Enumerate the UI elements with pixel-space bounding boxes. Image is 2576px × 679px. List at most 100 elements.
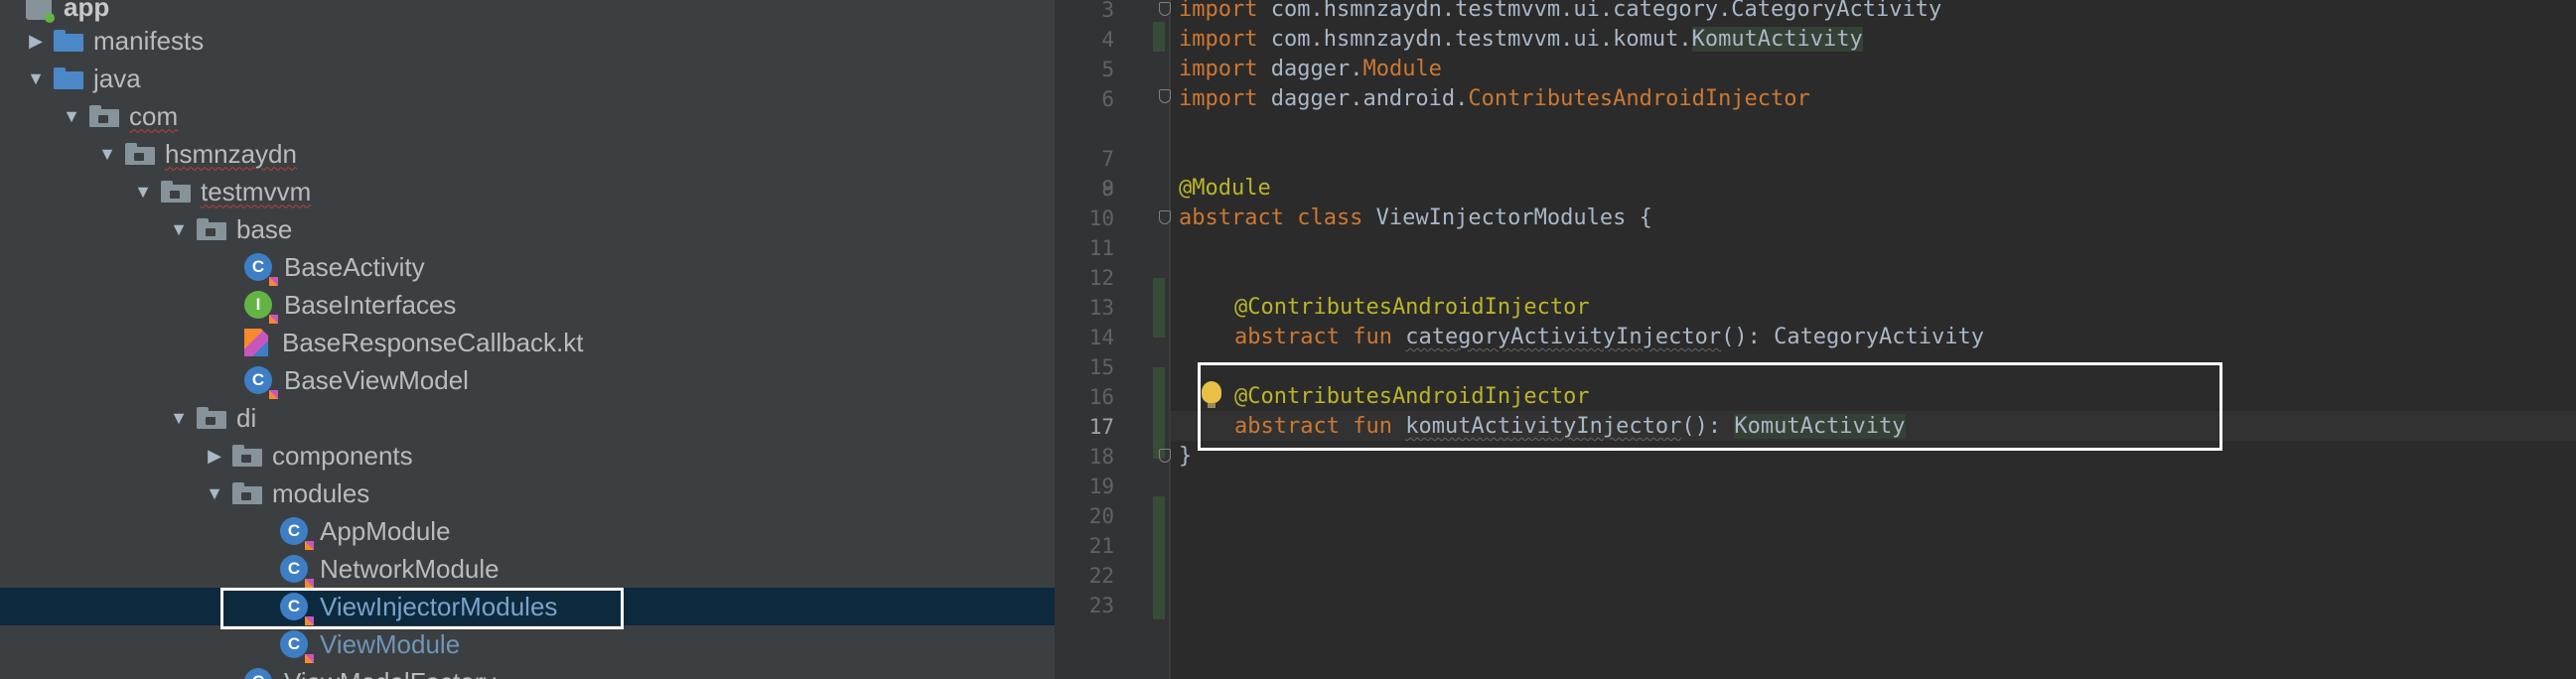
kotlin-class-icon: C [280, 593, 314, 625]
package-icon [161, 181, 191, 203]
lightbulb-icon[interactable] [1202, 381, 1221, 408]
project-tree: app ▶ manifests ▼ java ▼ com ▼ hsmnzaydn… [0, 0, 1055, 679]
line-number: 14 [1088, 326, 1114, 349]
kotlin-class-icon: C [244, 366, 278, 399]
code-editor[interactable]: 3 4 5 6 7 8 9 10 11 12 13 14 15 16 17 18… [1055, 0, 2576, 679]
line-number: 15 [1088, 355, 1114, 379]
code-line-3[interactable]: import com.hsmnzaydn.testmvvm.ui.categor… [1179, 0, 1941, 25]
package-icon [232, 482, 262, 504]
line-number: 6 [1101, 87, 1114, 111]
kotlin-interface-icon: I [244, 291, 278, 324]
fold-icon[interactable] [1159, 2, 1171, 16]
module-icon [26, 0, 55, 23]
fold-icon[interactable] [1159, 449, 1171, 463]
chevron-down-icon[interactable]: ▼ [197, 475, 232, 512]
tree-item-java[interactable]: ▼ java [0, 60, 1055, 97]
code-line-4[interactable]: import com.hsmnzaydn.testmvvm.ui.komut.K… [1179, 25, 1863, 55]
tree-item-label: com [129, 100, 179, 131]
tree-item-modules[interactable]: ▼ modules [0, 475, 1055, 512]
tree-item-label: base [236, 213, 293, 244]
line-number: 11 [1088, 236, 1114, 260]
chevron-down-icon[interactable]: ▼ [161, 210, 197, 248]
chevron-right-icon[interactable]: ▶ [18, 22, 54, 60]
chevron-right-icon[interactable]: ▶ [197, 437, 232, 475]
tree-item-label: hsmnzaydn [165, 138, 297, 169]
code-line-14[interactable]: abstract fun categoryActivityInjector():… [1234, 323, 1984, 352]
vcs-change-marker [1153, 278, 1165, 338]
package-icon [125, 143, 155, 165]
package-icon [197, 407, 226, 429]
tree-item-baseinterfaces[interactable]: I BaseInterfaces [0, 286, 1055, 324]
code-line-16[interactable]: @ContributesAndroidInjector [1234, 382, 1590, 412]
tree-item-testmvvm[interactable]: ▼ testmvvm [0, 173, 1055, 210]
tree-item-appmodule[interactable]: C AppModule [0, 512, 1055, 550]
kotlin-class-icon: C [244, 668, 272, 679]
line-number: 23 [1088, 594, 1114, 617]
tree-item-viewinjectormodules[interactable]: C ViewInjectorModules [0, 588, 1055, 625]
code-line-9[interactable]: @Module [1179, 174, 1271, 204]
line-number: 13 [1088, 296, 1114, 320]
line-number: 3 [1101, 0, 1114, 22]
line-number: 21 [1088, 534, 1114, 558]
tree-item-components[interactable]: ▶ components [0, 437, 1055, 475]
tree-item-label: testmvvm [201, 176, 312, 206]
tree-item-label: BaseResponseCallback.kt [282, 327, 584, 357]
chevron-down-icon[interactable]: ▼ [161, 399, 197, 437]
line-number: 20 [1088, 504, 1114, 528]
code-line-10[interactable]: abstract class ViewInjectorModules { [1179, 204, 1652, 233]
line-number: 16 [1088, 385, 1114, 409]
code-line-18[interactable]: } [1179, 442, 1192, 472]
vcs-change-marker [1153, 22, 1165, 52]
package-icon [89, 105, 119, 127]
fold-icon[interactable] [1159, 210, 1171, 224]
kotlin-class-icon: C [244, 253, 278, 286]
kotlin-class-icon: C [280, 630, 314, 663]
tree-item-viewmodelfactory[interactable]: C ViewModelFactory [0, 663, 1055, 679]
tree-item-baseactivity[interactable]: C BaseActivity [0, 248, 1055, 286]
tree-item-label: BaseInterfaces [284, 289, 457, 320]
tree-item-label: manifests [93, 25, 205, 56]
tree-item-baseresponsecallback[interactable]: BaseResponseCallback.kt [0, 324, 1055, 361]
tree-item-com[interactable]: ▼ com [0, 97, 1055, 135]
folder-icon [54, 30, 83, 52]
line-number: 22 [1088, 564, 1114, 588]
chevron-down-icon[interactable]: ▼ [18, 60, 54, 97]
chevron-down-icon[interactable]: ▼ [89, 135, 125, 173]
vcs-change-marker [1153, 496, 1165, 619]
tree-item-label: BaseViewModel [284, 364, 469, 395]
tree-item-baseviewmodel[interactable]: C BaseViewModel [0, 361, 1055, 399]
code-line-6[interactable]: import dagger.android.ContributesAndroid… [1179, 84, 1810, 114]
tree-item-label: ViewModelFactory [284, 667, 496, 679]
line-number: 5 [1101, 58, 1114, 81]
line-number: 19 [1088, 475, 1114, 498]
line-number: 10 [1088, 206, 1114, 230]
folder-icon [54, 68, 83, 89]
tree-item-label: java [93, 63, 141, 93]
fold-icon[interactable] [1159, 89, 1171, 103]
tree-item-label: app [64, 0, 110, 22]
tree-item-label: ViewModule [320, 628, 461, 659]
kotlin-class-icon: C [280, 517, 314, 550]
line-number: 9 [1101, 177, 1114, 201]
chevron-down-icon[interactable]: ▼ [54, 97, 89, 135]
line-number: 7 [1101, 147, 1114, 171]
tree-item-di[interactable]: ▼ di [0, 399, 1055, 437]
code-line-17[interactable]: abstract fun komutActivityInjector(): Ko… [1234, 412, 1906, 442]
code-line-5[interactable]: import dagger.Module [1179, 55, 1442, 84]
kotlin-file-icon [244, 329, 268, 356]
tree-item-viewmodule[interactable]: C ViewModule [0, 625, 1055, 663]
tree-item-hsmnzaydn[interactable]: ▼ hsmnzaydn [0, 135, 1055, 173]
tree-item-label: AppModule [320, 515, 451, 546]
tree-item-label: di [236, 402, 257, 433]
tree-item-label: modules [272, 477, 370, 508]
tree-item-manifests[interactable]: ▶ manifests [0, 22, 1055, 60]
line-number: 4 [1101, 28, 1114, 52]
vcs-change-marker [1153, 367, 1165, 459]
code-line-13[interactable]: @ContributesAndroidInjector [1234, 293, 1590, 323]
chevron-down-icon[interactable]: ▼ [125, 173, 161, 210]
tree-item-label: components [272, 440, 413, 471]
tree-item-base[interactable]: ▼ base [0, 210, 1055, 248]
tree-item-networkmodule[interactable]: C NetworkModule [0, 550, 1055, 588]
package-icon [232, 445, 262, 467]
package-icon [197, 218, 226, 240]
